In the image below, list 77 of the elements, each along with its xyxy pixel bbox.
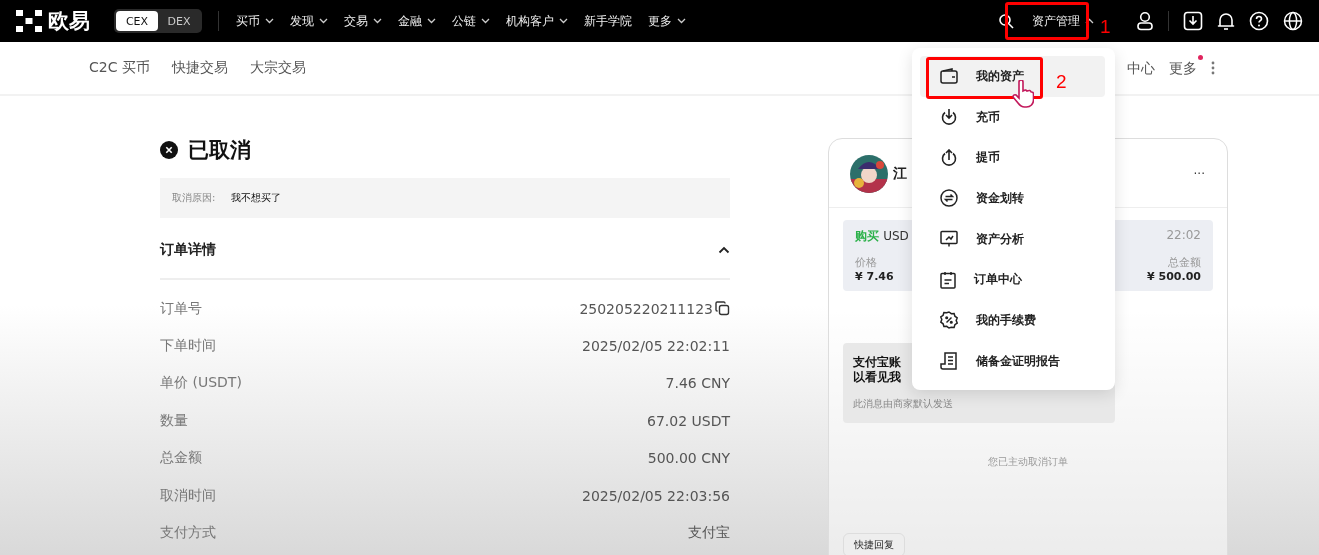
detail-label: 订单号 (160, 299, 202, 318)
cancel-icon (160, 141, 178, 159)
discount-badge-icon (940, 311, 958, 330)
hand-cursor-icon (1012, 80, 1034, 108)
total-label: 总金额 (1168, 255, 1201, 270)
annotation-number: 1 (1100, 16, 1111, 38)
nav-menu-item[interactable]: 买币 (229, 6, 281, 36)
system-note: 您已主动取消订单 (988, 455, 1068, 469)
detail-value: 2025/02/05 22:02:11 (581, 338, 730, 355)
detail-label: 取消时间 (160, 486, 216, 505)
message-text: 支付宝账 (853, 355, 901, 370)
detail-value: 7.46 CNY (665, 375, 730, 392)
detail-label: 下单时间 (160, 337, 216, 356)
logo-text[interactable]: 欧易 (48, 7, 90, 35)
globe-icon[interactable] (1283, 11, 1303, 31)
nav-menu-item[interactable]: 金融 (391, 6, 443, 36)
logo-icon (16, 10, 42, 32)
user-icon[interactable] (1136, 11, 1154, 31)
wallet-icon (940, 68, 958, 85)
price-label: 价格 (855, 255, 878, 270)
detail-value: 2025/02/05 22:03:56 (581, 487, 730, 504)
section-title: 订单详情 (160, 241, 216, 259)
detail-label: 支付方式 (160, 524, 216, 543)
dropdown-item[interactable]: 订单中心 (912, 259, 1115, 301)
more-button[interactable]: ··· (1193, 167, 1205, 181)
nav-menu-item[interactable]: 交易 (337, 6, 389, 36)
deposit-icon (940, 108, 958, 127)
detail-value: 67.02 USDT (647, 412, 730, 429)
dropdown-item[interactable]: 提币 (912, 137, 1115, 179)
chart-monitor-icon (940, 230, 958, 249)
message-text: 以看见我 (853, 370, 901, 385)
dropdown-item[interactable]: 资产分析 (912, 218, 1115, 260)
nav-menu-item[interactable]: 更多 (641, 6, 693, 36)
detail-value: 500.00 CNY (647, 450, 730, 467)
detail-value: 250205220211123 (579, 300, 713, 317)
search-icon[interactable] (998, 13, 1014, 29)
calendar-icon (940, 270, 956, 289)
total-value: ¥ 500.00 (1147, 270, 1201, 283)
dropdown-item[interactable]: 充币 (912, 96, 1115, 138)
download-icon[interactable] (1183, 11, 1203, 31)
trade-side: 购买 USD (855, 228, 909, 245)
merchant-name: 江 (893, 165, 907, 183)
document-icon (940, 352, 958, 371)
annotation-number: 2 (1056, 71, 1067, 93)
detail-value: 支付宝 (688, 524, 730, 543)
nav-menu-item[interactable]: 公链 (445, 6, 497, 36)
asset-management-menu[interactable]: 资产管理 (1028, 6, 1098, 36)
help-icon[interactable] (1249, 11, 1269, 31)
copy-icon[interactable] (715, 301, 730, 317)
withdraw-icon (940, 148, 958, 167)
quick-reply-button[interactable]: 快捷回复 (843, 533, 905, 555)
mode-tab[interactable]: DEX (158, 11, 200, 31)
detail-label: 总金额 (160, 449, 202, 468)
sub-nav-link[interactable]: C2C 买币 (89, 59, 150, 77)
dropdown-item[interactable]: 我的手续费 (912, 300, 1115, 341)
message-note: 此消息由商家默认发送 (853, 397, 953, 411)
detail-label: 单价 (USDT) (160, 374, 242, 393)
reason-text: 我不想买了 (231, 191, 282, 205)
nav-menu-item[interactable]: 新手学院 (577, 6, 639, 36)
price-value: ¥ 7.46 (855, 270, 894, 283)
order-status: 已取消 (188, 137, 251, 164)
sub-nav-link[interactable]: 中心 (1127, 60, 1155, 76)
nav-menu-item[interactable]: 机构客户 (499, 6, 575, 36)
kebab-icon[interactable] (1211, 61, 1215, 75)
summary-time: 22:02 (1166, 228, 1201, 244)
sub-nav-link[interactable]: 快捷交易 (171, 59, 228, 77)
mode-tab[interactable]: CEX (116, 11, 158, 31)
dropdown-item[interactable]: 资金划转 (912, 178, 1115, 219)
detail-label: 数量 (160, 411, 188, 430)
bell-icon[interactable] (1217, 11, 1235, 31)
reason-label: 取消原因: (172, 191, 216, 205)
transfer-icon (940, 189, 958, 208)
chevron-icon[interactable] (718, 246, 730, 254)
sub-nav-link[interactable]: 更多 (1169, 60, 1197, 76)
nav-menu-item[interactable]: 发现 (283, 6, 335, 36)
sub-nav-link[interactable]: 大宗交易 (249, 59, 306, 77)
dropdown-item[interactable]: 储备金证明报告 (912, 340, 1115, 382)
